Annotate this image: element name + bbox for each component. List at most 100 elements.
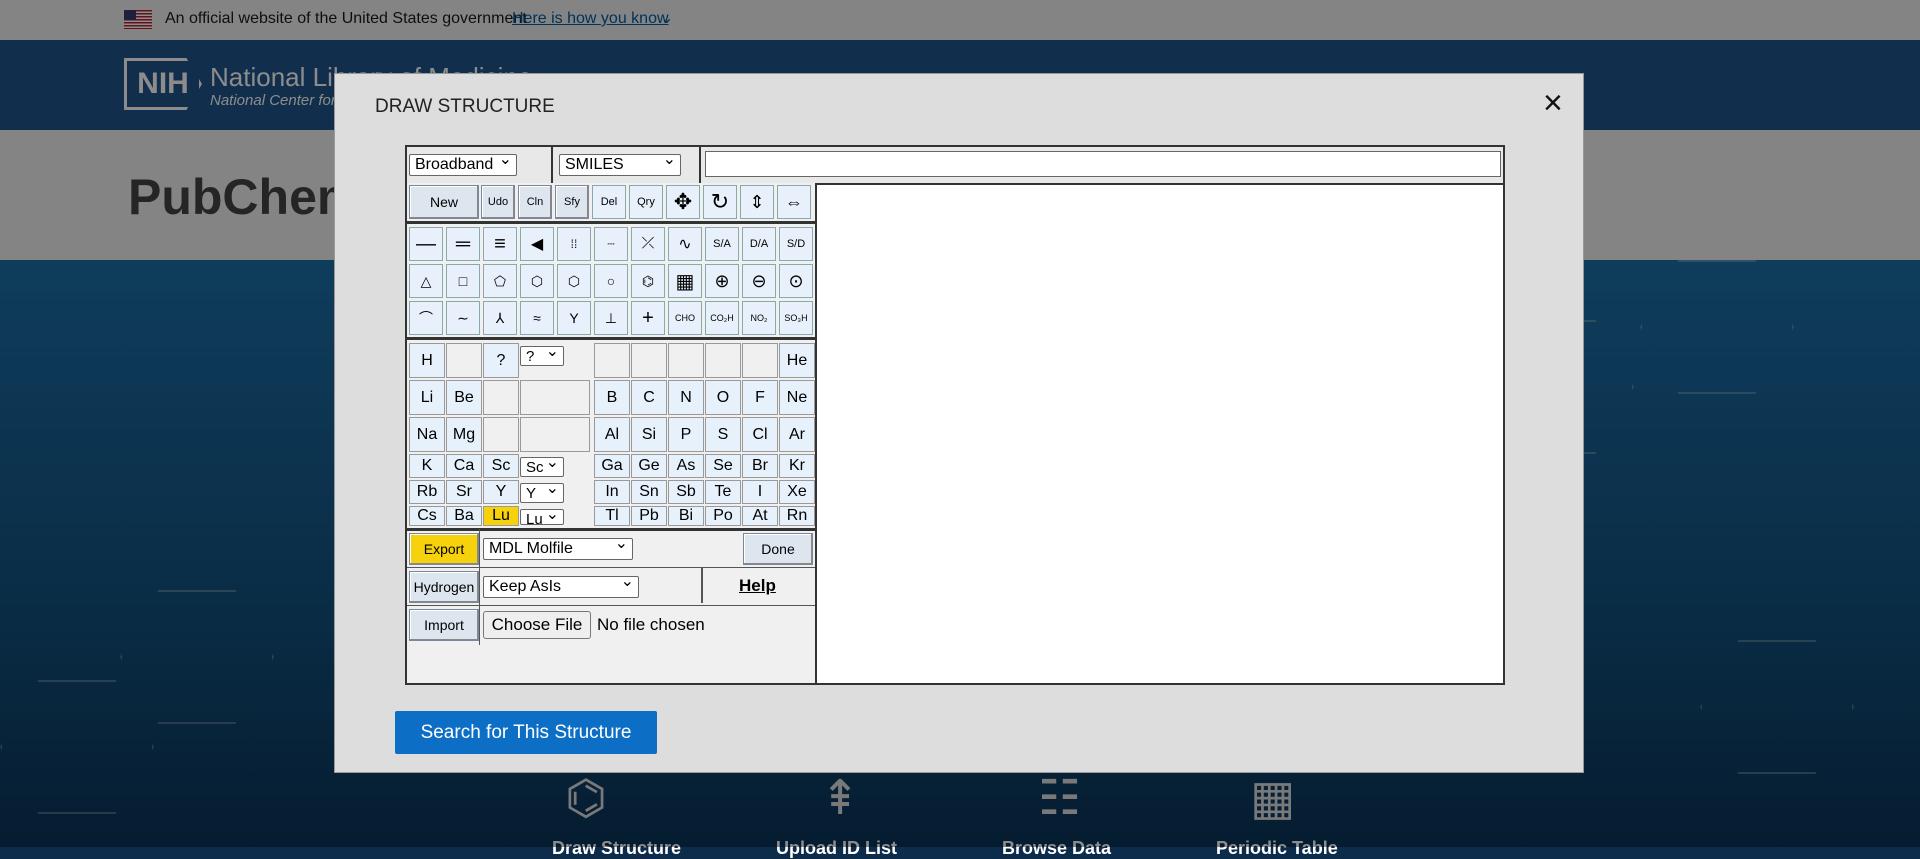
da-bond-button[interactable]: D/A (742, 227, 776, 261)
element-dropdown[interactable]: Y (520, 479, 564, 503)
element-Li[interactable]: Li (409, 380, 445, 415)
element-Tl[interactable]: Tl (594, 506, 630, 526)
element-Sn[interactable]: Sn (631, 480, 667, 504)
flip-horizontal-icon[interactable]: ⇔ (777, 185, 811, 219)
element-H[interactable]: H (409, 343, 445, 378)
close-icon[interactable]: × (1543, 86, 1563, 120)
element-Lu[interactable]: Lu (483, 506, 519, 526)
element-Al[interactable]: Al (594, 417, 630, 452)
help-link[interactable]: Help (739, 576, 776, 596)
branch-3-icon[interactable]: ⅄ (483, 301, 517, 335)
element-O[interactable]: O (705, 380, 741, 415)
sd-bond-button[interactable]: S/D (779, 227, 813, 261)
element-?[interactable]: ? (483, 343, 519, 378)
no2-group-button[interactable]: NO₂ (742, 301, 776, 335)
branch-y-icon[interactable]: Y (557, 301, 591, 335)
dashed-bond-icon[interactable]: ┈ (594, 227, 628, 261)
smiles-input[interactable] (705, 151, 1501, 177)
hydrogen-button[interactable]: Hydrogen (409, 571, 479, 603)
pentagon-ring-icon[interactable]: ⬠ (483, 264, 517, 298)
element-Kr[interactable]: Kr (779, 454, 815, 478)
import-button[interactable]: Import (409, 609, 479, 641)
export-format-select[interactable]: MDL Molfile (483, 534, 633, 560)
cho-group-button[interactable]: CHO (668, 301, 702, 335)
element-Ga[interactable]: Ga (594, 454, 630, 478)
element-Ca[interactable]: Ca (446, 454, 482, 478)
export-button[interactable]: Export (409, 533, 479, 565)
element-dropdown[interactable]: Lu (520, 505, 564, 528)
double-bond-icon[interactable]: ═ (446, 227, 480, 261)
element-He[interactable]: He (779, 343, 815, 378)
choose-file-button[interactable]: Choose File (483, 611, 591, 639)
element-Se[interactable]: Se (705, 454, 741, 478)
rotate-icon[interactable]: ↻ (703, 185, 737, 219)
search-structure-button[interactable]: Search for This Structure (395, 711, 657, 754)
element-Bi[interactable]: Bi (668, 506, 704, 526)
flip-vertical-icon[interactable]: ⇕ (740, 185, 774, 219)
element-Rb[interactable]: Rb (409, 480, 445, 504)
element-Be[interactable]: Be (446, 380, 482, 415)
benzene-ring-icon[interactable]: ⌬ (631, 264, 665, 298)
element-At[interactable]: At (742, 506, 778, 526)
format-select[interactable]: SMILES (559, 150, 681, 176)
single-bond-icon[interactable]: — (409, 227, 443, 261)
hash-bond-icon[interactable]: ⁞⁞ (557, 227, 591, 261)
grid-icon[interactable]: ▦ (668, 264, 702, 298)
element-Br[interactable]: Br (742, 454, 778, 478)
element-As[interactable]: As (668, 454, 704, 478)
element-In[interactable]: In (594, 480, 630, 504)
hexagon-ring-icon[interactable]: ⬡ (520, 264, 554, 298)
so3h-group-button[interactable]: SO₃H (779, 301, 813, 335)
element-Ne[interactable]: Ne (779, 380, 815, 415)
element-Ba[interactable]: Ba (446, 506, 482, 526)
move-icon[interactable]: ✥ (666, 185, 700, 219)
heptagon-ring-icon[interactable]: ⬡ (557, 264, 591, 298)
hydrogen-select[interactable]: Keep AsIs (483, 572, 639, 598)
element-P[interactable]: P (668, 417, 704, 452)
cross-branch-icon[interactable]: + (631, 301, 665, 335)
element-F[interactable]: F (742, 380, 778, 415)
triangle-ring-icon[interactable]: △ (409, 264, 443, 298)
square-ring-icon[interactable]: □ (446, 264, 480, 298)
branch-t-icon[interactable]: ⊥ (594, 301, 628, 335)
element-Sr[interactable]: Sr (446, 480, 482, 504)
element-S[interactable]: S (705, 417, 741, 452)
element-dropdown[interactable]: Sc (520, 453, 564, 477)
element-Cl[interactable]: Cl (742, 417, 778, 452)
done-button[interactable]: Done (743, 533, 813, 565)
element-dropdown[interactable]: ? (520, 342, 564, 366)
new-button[interactable]: New (409, 185, 479, 219)
negative-charge-icon[interactable]: ⊖ (742, 264, 776, 298)
delete-button[interactable]: Del (592, 185, 626, 219)
undo-button[interactable]: Udo (481, 185, 515, 219)
element-Ge[interactable]: Ge (631, 454, 667, 478)
wedge-bond-icon[interactable]: ◀ (520, 227, 554, 261)
chain-2-icon[interactable]: ⌒ (409, 301, 443, 335)
sa-bond-button[interactable]: S/A (705, 227, 739, 261)
element-B[interactable]: B (594, 380, 630, 415)
chain-4-icon[interactable]: ≈ (520, 301, 554, 335)
mode-select[interactable]: Broadband (409, 150, 517, 176)
clean-button[interactable]: Cln (518, 185, 552, 219)
triple-bond-icon[interactable]: ≡ (483, 227, 517, 261)
element-Mg[interactable]: Mg (446, 417, 482, 452)
element-Xe[interactable]: Xe (779, 480, 815, 504)
element-Y[interactable]: Y (483, 480, 519, 504)
query-button[interactable]: Qry (629, 185, 663, 219)
element-N[interactable]: N (668, 380, 704, 415)
octagon-ring-icon[interactable]: ○ (594, 264, 628, 298)
co2h-group-button[interactable]: CO₂H (705, 301, 739, 335)
cross-bond-icon[interactable]: ⤫ (631, 227, 665, 261)
element-C[interactable]: C (631, 380, 667, 415)
element-Te[interactable]: Te (705, 480, 741, 504)
element-Si[interactable]: Si (631, 417, 667, 452)
element-Rn[interactable]: Rn (779, 506, 815, 526)
element-Na[interactable]: Na (409, 417, 445, 452)
chain-3-icon[interactable]: ∼ (446, 301, 480, 335)
radical-icon[interactable]: ⊙ (779, 264, 813, 298)
positive-charge-icon[interactable]: ⊕ (705, 264, 739, 298)
element-Ar[interactable]: Ar (779, 417, 815, 452)
element-Sb[interactable]: Sb (668, 480, 704, 504)
element-K[interactable]: K (409, 454, 445, 478)
element-Po[interactable]: Po (705, 506, 741, 526)
